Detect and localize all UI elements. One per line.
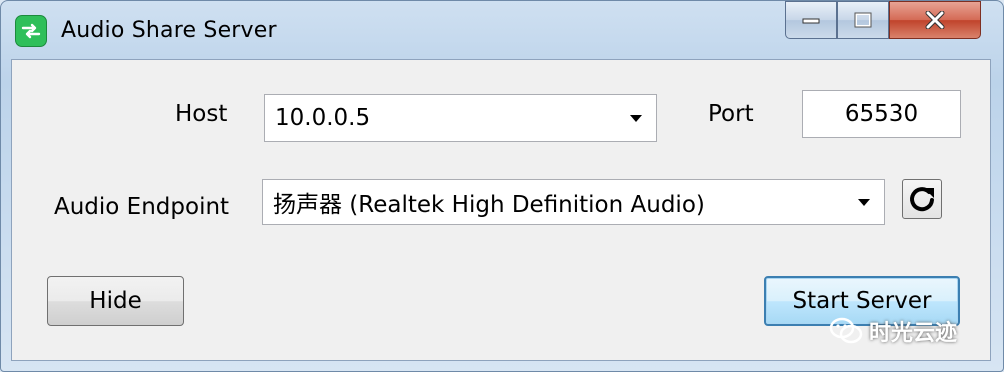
share-arrow-icon — [15, 15, 47, 47]
port-label: Port — [708, 101, 754, 127]
title-bar[interactable]: Audio Share Server — [1, 1, 1003, 57]
hide-button[interactable]: Hide — [47, 276, 184, 326]
audio-endpoint-label: Audio Endpoint — [54, 194, 230, 220]
watermark: 时光云迹 — [829, 313, 957, 349]
close-button[interactable] — [889, 1, 981, 39]
window-title: Audio Share Server — [61, 18, 277, 43]
host-label: Host — [175, 101, 228, 127]
audio-endpoint-value: 扬声器 (Realtek High Definition Audio) — [273, 192, 705, 218]
watermark-text: 时光云迹 — [869, 321, 958, 346]
host-combobox[interactable]: 10.0.0.5 — [264, 94, 657, 142]
app-window: Audio Share Server Host 10.0.0.5 Port 65… — [0, 0, 1004, 372]
maximize-icon — [854, 12, 872, 28]
audio-endpoint-combobox[interactable]: 扬声器 (Realtek High Definition Audio) — [262, 179, 885, 225]
wechat-icon — [829, 317, 863, 344]
port-input[interactable]: 65530 — [802, 90, 961, 138]
chevron-down-icon[interactable] — [630, 114, 642, 122]
minimize-button[interactable] — [785, 1, 837, 39]
refresh-icon — [910, 187, 934, 212]
maximize-button[interactable] — [837, 1, 889, 39]
refresh-button[interactable] — [902, 179, 942, 219]
chevron-down-icon[interactable] — [858, 198, 870, 206]
host-value: 10.0.0.5 — [275, 105, 371, 131]
close-icon — [925, 11, 945, 29]
minimize-icon — [802, 18, 820, 24]
